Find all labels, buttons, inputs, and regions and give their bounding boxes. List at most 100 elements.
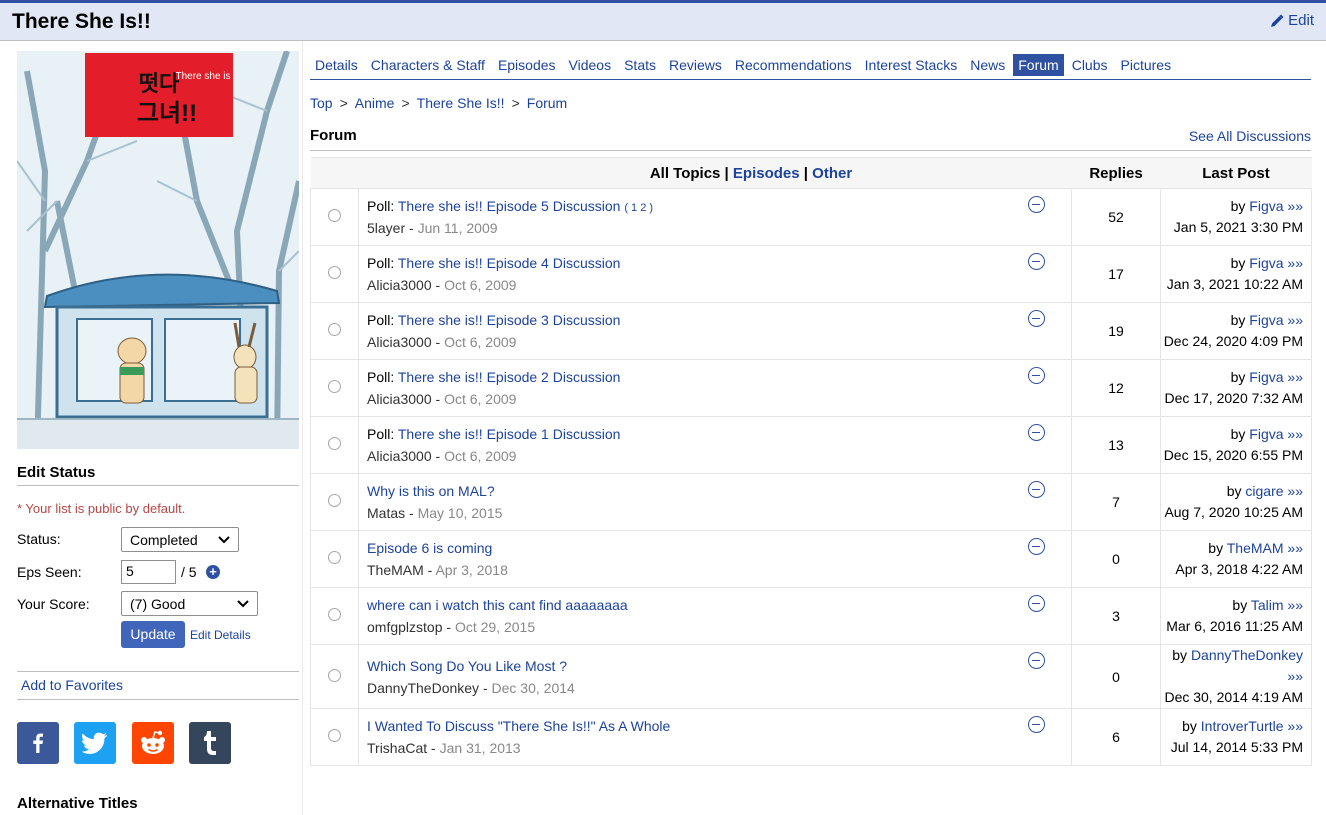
tab-clubs[interactable]: Clubs <box>1067 54 1113 76</box>
go-to-last-post-icon[interactable]: »» <box>1287 426 1303 442</box>
topic-select-radio[interactable] <box>328 266 341 279</box>
facebook-icon[interactable] <box>17 722 59 764</box>
topic-author[interactable]: 5layer <box>367 220 405 236</box>
last-post-author[interactable]: IntroverTurtle <box>1201 718 1284 734</box>
edit-details-link[interactable]: Edit Details <box>190 628 251 642</box>
last-post-author[interactable]: Figva <box>1249 369 1283 385</box>
tab-news[interactable]: News <box>965 54 1010 76</box>
topic-title-link[interactable]: There she is!! Episode 1 Discussion <box>398 426 621 442</box>
topic-title-link[interactable]: There she is!! Episode 4 Discussion <box>398 255 621 271</box>
tab-stats[interactable]: Stats <box>619 54 661 76</box>
increment-episode-icon[interactable]: + <box>206 565 220 579</box>
topic-author[interactable]: Alicia3000 <box>367 334 432 350</box>
filter-other[interactable]: Other <box>812 165 852 182</box>
tab-interest-stacks[interactable]: Interest Stacks <box>860 54 963 76</box>
last-post-author[interactable]: TheMAM <box>1227 540 1284 556</box>
collapse-minus-icon[interactable] <box>1028 253 1045 270</box>
last-post-author[interactable]: Figva <box>1249 426 1283 442</box>
topic-select-radio[interactable] <box>328 551 341 564</box>
breadcrumb-anime[interactable]: Anime <box>355 95 395 111</box>
last-post-by: by TheMAM »» <box>1208 540 1303 556</box>
last-post-author[interactable]: Figva <box>1249 198 1283 214</box>
collapse-minus-icon[interactable] <box>1028 310 1045 327</box>
topic-select-radio[interactable] <box>328 380 341 393</box>
collapse-minus-icon[interactable] <box>1028 481 1045 498</box>
go-to-last-post-icon[interactable]: »» <box>1287 312 1303 328</box>
last-post-author[interactable]: Figva <box>1249 255 1283 271</box>
go-to-last-post-icon[interactable]: »» <box>1287 369 1303 385</box>
last-post-author[interactable]: DannyTheDonkey <box>1191 647 1303 663</box>
collapse-minus-icon[interactable] <box>1028 716 1045 733</box>
last-post-author[interactable]: Figva <box>1249 312 1283 328</box>
tab-episodes[interactable]: Episodes <box>493 54 561 76</box>
breadcrumb-title[interactable]: There She Is!! <box>417 95 505 111</box>
topic-author[interactable]: Alicia3000 <box>367 391 432 407</box>
topic-author[interactable]: Alicia3000 <box>367 448 432 464</box>
topic-select-radio[interactable] <box>328 668 341 682</box>
topic-select-radio[interactable] <box>328 494 341 507</box>
last-post-cell: by DannyTheDonkey »» Dec 30, 2014 4:19 A… <box>1160 644 1312 709</box>
go-to-last-post-icon[interactable]: »» <box>1287 255 1303 271</box>
tab-pictures[interactable]: Pictures <box>1116 54 1177 76</box>
topic-title-link[interactable]: Why is this on MAL? <box>367 483 495 499</box>
topic-title-link[interactable]: I Wanted To Discuss "There She Is!!" As … <box>367 718 670 734</box>
last-post-author[interactable]: Talim <box>1251 597 1284 613</box>
eps-seen-input[interactable]: 5 <box>121 560 176 584</box>
collapse-minus-icon[interactable] <box>1028 538 1045 555</box>
topic-author[interactable]: Matas <box>367 505 405 521</box>
collapse-minus-icon[interactable] <box>1028 196 1045 213</box>
breadcrumb-forum[interactable]: Forum <box>527 95 567 111</box>
tab-characters-staff[interactable]: Characters & Staff <box>366 54 490 76</box>
tab-videos[interactable]: Videos <box>564 54 617 76</box>
topic-select-radio[interactable] <box>328 608 341 621</box>
topic-select-radio[interactable] <box>328 323 341 336</box>
go-to-last-post-icon[interactable]: »» <box>1287 540 1303 556</box>
update-button[interactable]: Update <box>121 621 185 648</box>
collapse-minus-icon[interactable] <box>1028 424 1045 441</box>
score-select[interactable]: (7) Good <box>121 591 258 616</box>
topic-title-link[interactable]: Episode 6 is coming <box>367 540 492 556</box>
go-to-last-post-icon[interactable]: »» <box>1287 483 1303 499</box>
collapse-minus-icon[interactable] <box>1028 367 1045 384</box>
tab-recommendations[interactable]: Recommendations <box>730 54 857 76</box>
topic-prefix: Poll: <box>367 198 398 214</box>
topic-date: Oct 6, 2009 <box>444 448 517 464</box>
tab-reviews[interactable]: Reviews <box>664 54 727 76</box>
topic-author[interactable]: TheMAM <box>367 562 424 578</box>
topic-title-link[interactable]: There she is!! Episode 2 Discussion <box>398 369 621 385</box>
reddit-icon[interactable] <box>132 722 174 764</box>
filter-episodes[interactable]: Episodes <box>733 165 800 182</box>
go-to-last-post-icon[interactable]: »» <box>1287 668 1303 684</box>
topic-title-link[interactable]: There she is!! Episode 3 Discussion <box>398 312 621 328</box>
edit-link[interactable]: Edit <box>1270 12 1314 29</box>
topic-select-radio[interactable] <box>328 437 341 450</box>
anime-poster[interactable]: 떳다 그녀!! There she is <box>17 51 299 449</box>
add-to-favorites-link[interactable]: Add to Favorites <box>17 671 299 700</box>
topic-select-radio[interactable] <box>328 729 341 742</box>
tumblr-icon[interactable] <box>189 722 231 764</box>
topic-author[interactable]: DannyTheDonkey <box>367 680 479 696</box>
anime-nav-tabs: Details Characters & Staff Episodes Vide… <box>310 51 1311 80</box>
forum-header: Forum See All Discussions <box>310 127 1311 151</box>
status-select[interactable]: Completed <box>121 527 239 552</box>
twitter-icon[interactable] <box>74 722 116 764</box>
go-to-last-post-icon[interactable]: »» <box>1287 597 1303 613</box>
topic-author[interactable]: TrishaCat <box>367 740 427 756</box>
go-to-last-post-icon[interactable]: »» <box>1287 718 1303 734</box>
topic-title-link[interactable]: where can i watch this cant find aaaaaaa… <box>367 597 628 613</box>
topic-author[interactable]: Alicia3000 <box>367 277 432 293</box>
tab-forum[interactable]: Forum <box>1013 54 1064 76</box>
breadcrumb-top[interactable]: Top <box>310 95 333 111</box>
topic-title-link[interactable]: There she is!! Episode 5 Discussion <box>398 198 621 214</box>
tab-details[interactable]: Details <box>310 54 363 76</box>
topic-select-radio[interactable] <box>328 209 341 222</box>
last-post-author[interactable]: cigare <box>1245 483 1283 499</box>
collapse-minus-icon[interactable] <box>1028 595 1045 612</box>
topic-title-link[interactable]: Which Song Do You Like Most ? <box>367 658 567 674</box>
collapse-minus-icon[interactable] <box>1028 652 1045 669</box>
go-to-last-post-icon[interactable]: »» <box>1287 198 1303 214</box>
topic-author[interactable]: omfgplzstop <box>367 619 442 635</box>
see-all-discussions-link[interactable]: See All Discussions <box>1189 128 1311 144</box>
topic-pages[interactable]: ( 1 2 ) <box>624 202 653 214</box>
filter-all-topics[interactable]: All Topics <box>650 165 721 182</box>
